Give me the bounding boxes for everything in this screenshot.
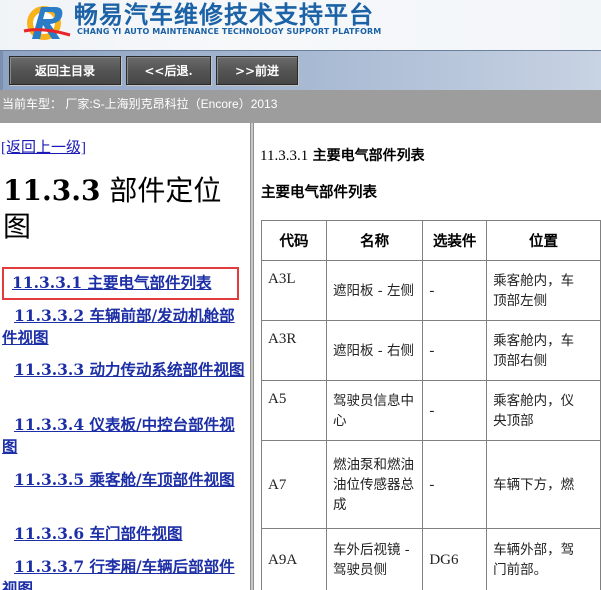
nav-item-instrument-panel-parts[interactable]: 11.3.3.4 仪表板/中控台部件视图 (2, 414, 250, 458)
section-number: 11.3.3 (3, 174, 101, 207)
crumb-title: 主要电气部件列表 (312, 148, 425, 164)
table-header-row: 代码 名称 选装件 位置 (261, 220, 601, 261)
cell-location: 乘客舱内，车 顶部右侧 (486, 320, 601, 381)
logo-icon (23, 6, 71, 40)
cell-option: - (422, 380, 488, 441)
cell-code: A9A (261, 528, 327, 590)
nav-item-front-engine-parts[interactable]: 11.3.3.2 车辆前部/发动机舱部件视图 (2, 305, 250, 349)
cell-name: 遮阳板 - 右侧 (325, 320, 424, 381)
nav-pane: [返回上一级] 11.3.3 部件定位图 11.3.3.1 主要电气部件列表 1… (0, 123, 250, 590)
cell-location: 车辆下方，燃 (486, 440, 601, 529)
app-subtitle: CHANG YI AUTO MAINTENANCE TECHNOLOGY SUP… (77, 27, 382, 36)
forward-button[interactable]: >>前进 (216, 56, 298, 85)
parts-table: 代码 名称 选装件 位置 A3L 遮阳板 - 左侧 - 乘客舱内，车 顶部左侧 A… (261, 220, 601, 590)
nav-item-trunk-rear-parts[interactable]: 11.3.3.7 行李厢/车辆后部部件视图 (2, 556, 250, 590)
column-header-name: 名称 (325, 220, 424, 261)
table-row: A3R 遮阳板 - 右侧 - 乘客舱内，车 顶部右侧 (261, 320, 601, 381)
location-line: 顶部左侧 (493, 292, 548, 309)
nav-item-door-parts[interactable]: 11.3.3.6 车门部件视图 (2, 523, 250, 545)
cell-code: A3L (261, 260, 327, 321)
cell-option: - (422, 320, 488, 381)
nav-item-powertrain-parts[interactable]: 11.3.3.3 动力传动系统部件视图 (2, 359, 250, 381)
home-button[interactable]: 返回主目录 (9, 56, 121, 85)
cell-name: 车外后视镜 - 驾驶员侧 (325, 528, 424, 590)
location-line: 门前部。 (493, 561, 548, 578)
location-line: 乘客舱内，车 (493, 332, 575, 349)
nav-item-passenger-roof-parts[interactable]: 11.3.3.5 乘客舱/车顶部件视图 (2, 469, 250, 491)
cell-location: 车辆外部，驾 门前部。 (486, 528, 601, 590)
location-line: 车辆外部，驾 (493, 541, 575, 558)
table-row: A9A 车外后视镜 - 驾驶员侧 DG6 车辆外部，驾 门前部。 (261, 528, 601, 590)
cell-code: A5 (261, 380, 327, 441)
cell-name: 遮阳板 - 左侧 (325, 260, 424, 321)
crumb-number: 11.3.3.1 (260, 148, 309, 164)
table-row: A7 燃油泵和燃油油位传感器总成 - 车辆下方，燃 (261, 440, 601, 529)
table-title: 主要电气部件列表 (261, 184, 377, 201)
cell-location: 乘客舱内，车 顶部左侧 (486, 260, 601, 321)
table-row: A5 驾驶员信息中心 - 乘客舱内，仪 央顶部 (261, 380, 601, 441)
column-header-code: 代码 (261, 220, 327, 261)
cell-code: A3R (261, 320, 327, 381)
cell-location: 乘客舱内，仪 央顶部 (486, 380, 601, 441)
current-vehicle-bar: 当前车型： 厂家:S-上海别克昂科拉（Encore）2013 (0, 90, 601, 123)
back-button[interactable]: <<后退. (126, 56, 211, 85)
table-row: A3L 遮阳板 - 左侧 - 乘客舱内，车 顶部左侧 (261, 260, 601, 321)
section-title: 11.3.3 部件定位图 (3, 173, 243, 245)
nav-item-main-electrical-parts[interactable]: 11.3.3.1 主要电气部件列表 (2, 267, 239, 300)
column-header-location: 位置 (486, 220, 601, 261)
cell-name: 燃油泵和燃油油位传感器总成 (325, 440, 424, 529)
column-header-option: 选装件 (422, 220, 488, 261)
content-pane: 11.3.3.1 主要电气部件列表 主要电气部件列表 代码 名称 选装件 位置 … (254, 123, 601, 590)
app-title: 畅易汽车维修技术支持平台 (74, 1, 374, 29)
location-line: 顶部右侧 (493, 352, 548, 369)
cell-option: DG6 (422, 528, 488, 590)
location-line: 车辆下方，燃 (493, 476, 575, 493)
cell-name: 驾驶员信息中心 (325, 380, 424, 441)
app-header: 畅易汽车维修技术支持平台 CHANG YI AUTO MAINTENANCE T… (0, 0, 601, 50)
content-breadcrumb: 11.3.3.1 主要电气部件列表 (260, 145, 425, 165)
location-line: 乘客舱内，仪 (493, 392, 575, 409)
location-line: 央顶部 (493, 412, 534, 429)
cell-option: - (422, 260, 488, 321)
cell-code: A7 (261, 440, 327, 529)
location-line: 乘客舱内，车 (493, 272, 575, 289)
cell-option: - (422, 440, 488, 529)
toolbar: 返回主目录 <<后退. >>前进 (0, 50, 601, 90)
up-one-level-link[interactable]: [返回上一级] (1, 136, 86, 157)
